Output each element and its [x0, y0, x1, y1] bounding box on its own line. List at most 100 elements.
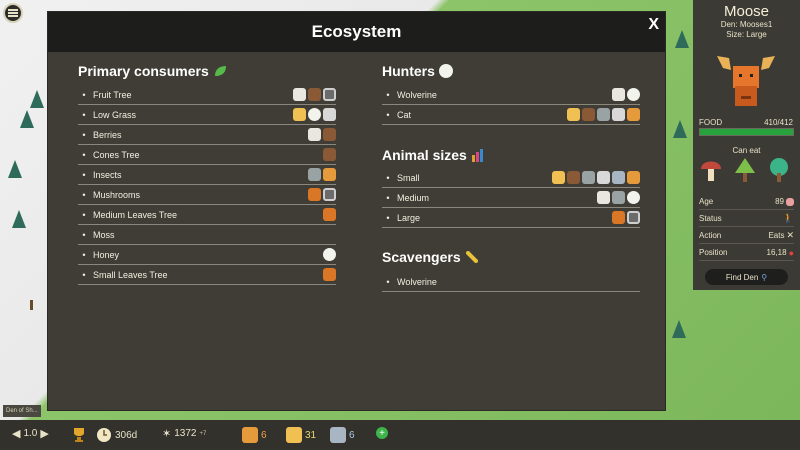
stat-value: 16,18	[766, 248, 787, 257]
den-label[interactable]: Den of Sh...	[3, 405, 41, 417]
wolverine-icon[interactable]	[323, 88, 336, 101]
wolverine-icon[interactable]	[323, 188, 336, 201]
main-menu-button[interactable]	[3, 3, 23, 23]
list-row: • Fruit Tree	[78, 85, 336, 105]
animal-icons	[308, 168, 336, 181]
list-row: • Small	[382, 168, 640, 188]
window-header: Ecosystem X	[48, 12, 665, 52]
stat-label: Status	[699, 214, 722, 223]
dog-icon[interactable]	[567, 108, 580, 121]
rabbit-icon[interactable]	[612, 108, 625, 121]
world-tree	[20, 110, 34, 128]
stat-label: Position	[699, 248, 728, 257]
cat-icon[interactable]	[293, 88, 306, 101]
list-row: • Medium	[382, 188, 640, 208]
wolverine-icon[interactable]	[627, 211, 640, 224]
fox-icon[interactable]	[323, 168, 336, 181]
wolf-icon[interactable]	[612, 171, 625, 184]
raccoon-icon[interactable]	[308, 168, 321, 181]
food-bar	[699, 128, 794, 136]
dog-icon[interactable]	[552, 171, 565, 184]
pig-icon	[786, 197, 794, 206]
bear-icon[interactable]	[323, 148, 336, 161]
fox-icon[interactable]	[627, 108, 640, 121]
moose-icon[interactable]	[308, 188, 321, 201]
close-button[interactable]: X	[648, 16, 659, 34]
cat-icon[interactable]	[597, 191, 610, 204]
trophy-button[interactable]	[72, 427, 86, 443]
raccoon-icon[interactable]	[597, 108, 610, 121]
cat-icon[interactable]	[308, 128, 321, 141]
bear-icon[interactable]	[582, 108, 595, 121]
owl-icon[interactable]	[627, 88, 640, 101]
bear-icon[interactable]	[567, 171, 580, 184]
owl-icon[interactable]	[323, 248, 336, 261]
stat-status: Status 🚶	[699, 211, 794, 227]
owl-icon[interactable]	[308, 108, 321, 121]
cat-icon[interactable]	[612, 88, 625, 101]
world-tree	[8, 160, 22, 178]
raccoon-icon[interactable]	[612, 191, 625, 204]
dog-icon[interactable]	[293, 108, 306, 121]
wolf-count[interactable]: 6	[330, 427, 355, 443]
size-bars-icon	[471, 149, 483, 162]
raccoon-icon[interactable]	[582, 171, 595, 184]
fox-count[interactable]: 6	[242, 427, 267, 443]
section-title-text: Primary consumers	[78, 63, 209, 79]
bone-icon	[465, 251, 478, 263]
add-species-button[interactable]: +	[376, 427, 388, 439]
world-tree	[30, 90, 44, 108]
wolverine-icon: •	[386, 276, 390, 287]
animal-icons	[552, 171, 640, 184]
bear-icon[interactable]	[323, 128, 336, 141]
moose-icon[interactable]	[612, 211, 625, 224]
days-value: 306d	[115, 429, 138, 441]
days-counter: 306d	[96, 427, 137, 443]
bear-icon[interactable]	[308, 88, 321, 101]
animal-icons	[323, 208, 336, 221]
rabbit-icon[interactable]	[597, 171, 610, 184]
ecosystem-window: Ecosystem X Primary consumers • Fruit Tre…	[48, 12, 665, 410]
walking-icon: 🚶	[782, 213, 794, 223]
speed-control: ◀ 1.0 ▶	[12, 427, 49, 440]
world-tree	[673, 120, 687, 138]
fox-icon[interactable]	[627, 171, 640, 184]
berries-icon: •	[82, 129, 86, 140]
dna-icon: ✶	[162, 428, 172, 440]
list-row: • Wolverine	[382, 272, 640, 292]
speed-down-button[interactable]: ◀	[12, 427, 20, 440]
rabbit-icon[interactable]	[323, 108, 336, 121]
magnifier-icon: ⚲	[761, 272, 768, 282]
world-tree	[672, 320, 686, 338]
row-label: Small Leaves Tree	[93, 269, 168, 280]
animal-sizes-list: • Small • Medium • Large	[382, 168, 640, 228]
food-value: 410/412	[764, 118, 793, 127]
animal-icons	[323, 148, 336, 161]
owl-icon[interactable]	[627, 191, 640, 204]
list-row: • Low Grass	[78, 105, 336, 125]
animal-name: Moose	[723, 3, 770, 20]
utensils-icon: ✕	[786, 230, 794, 240]
stat-value: 89	[775, 197, 784, 206]
stat-value: Eats	[768, 231, 785, 240]
plus-icon: +	[376, 427, 388, 439]
trophy-icon	[74, 428, 84, 442]
clock-icon	[97, 428, 111, 442]
moose-icon[interactable]	[323, 268, 336, 281]
moose-icon[interactable]	[323, 208, 336, 221]
leafy-tree-food-icon	[770, 158, 788, 182]
animal-icons	[567, 108, 640, 121]
list-row: • Small Leaves Tree	[78, 265, 336, 285]
world-trunk	[30, 300, 33, 310]
find-den-button[interactable]: Find Den ⚲	[705, 269, 788, 285]
location-pin-icon: ●	[788, 247, 794, 258]
speed-up-button[interactable]: ▶	[40, 427, 48, 440]
animal-icons	[612, 211, 640, 224]
list-row: • Medium Leaves Tree	[78, 205, 336, 225]
bear-count[interactable]: 31	[286, 427, 316, 443]
animal-den: Den: Mooses1	[720, 20, 773, 29]
list-row: • Wolverine	[382, 85, 640, 105]
wolf-count-value: 6	[349, 429, 355, 441]
list-row: • Berries	[78, 125, 336, 145]
row-label: Cat	[397, 109, 412, 120]
